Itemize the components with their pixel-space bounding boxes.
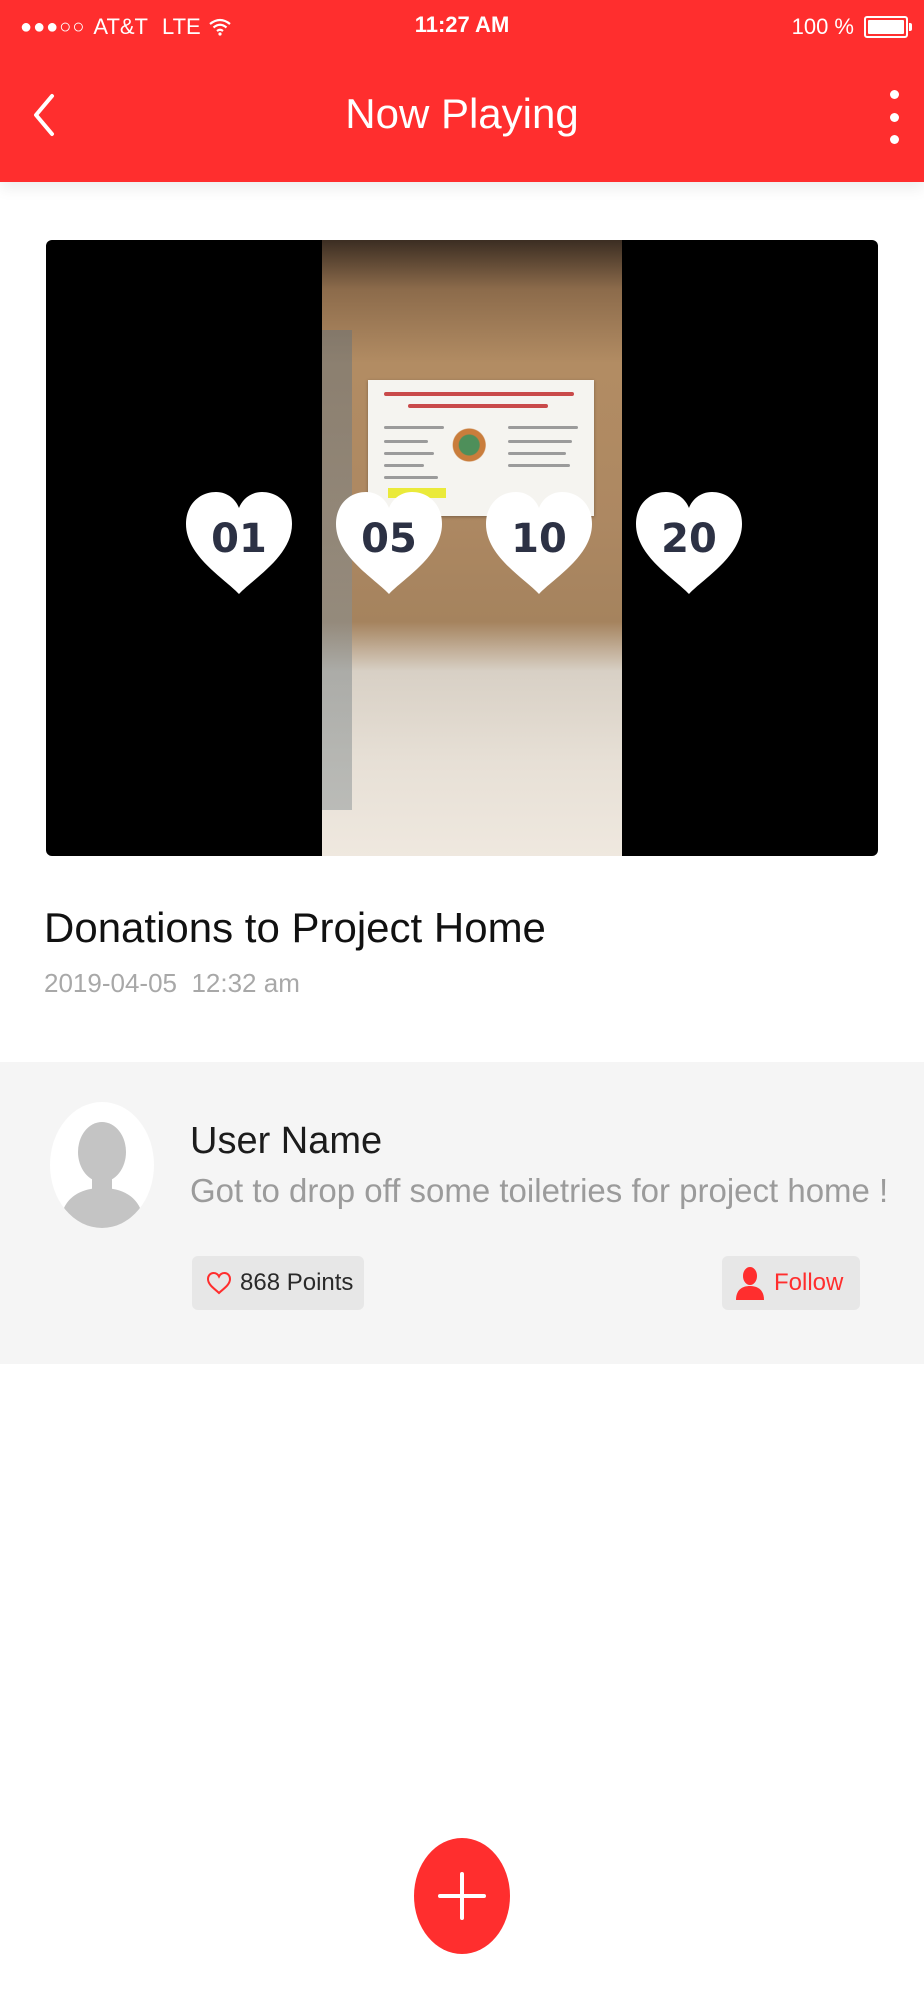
follow-button[interactable]: Follow <box>722 1256 860 1310</box>
reward-value: 05 <box>361 516 417 562</box>
user-name[interactable]: User Name <box>190 1120 382 1163</box>
battery-percent: 100 % <box>791 14 854 39</box>
user-silhouette-icon <box>60 1122 144 1228</box>
points-label: 868 Points <box>240 1269 354 1296</box>
status-bar: ●●●○○ AT&T LTE 11:27 AM 100 % <box>0 0 924 56</box>
post-time: 12:32 am <box>191 968 300 998</box>
reward-heart-button[interactable]: 10 <box>484 490 594 600</box>
page-title: Now Playing <box>345 90 579 137</box>
reward-value: 01 <box>211 516 267 562</box>
status-time: 11:27 AM <box>414 12 510 37</box>
reward-heart-button[interactable]: 20 <box>634 490 744 600</box>
battery-icon <box>864 16 912 38</box>
post-date: 2019-04-05 <box>44 968 177 998</box>
post-title: Donations to Project Home <box>44 904 546 951</box>
reward-value: 10 <box>511 516 567 562</box>
add-button[interactable] <box>414 1838 510 1954</box>
follow-label: Follow <box>774 1269 844 1296</box>
reward-options: 01 05 10 20 <box>184 490 744 610</box>
user-icon <box>736 1267 764 1300</box>
avatar[interactable] <box>50 1102 154 1228</box>
nav-bar: Now Playing <box>0 60 924 170</box>
video-player[interactable]: 01 05 10 20 <box>46 240 878 856</box>
reward-heart-button[interactable]: 05 <box>334 490 444 600</box>
reward-heart-button[interactable]: 01 <box>184 490 294 600</box>
reward-value: 20 <box>661 516 717 562</box>
app-header: ●●●○○ AT&T LTE 11:27 AM 100 % Now Playin… <box>0 0 924 182</box>
heart-outline-icon <box>206 1271 232 1295</box>
post-timestamp: 2019-04-05 12:32 am <box>44 968 300 999</box>
points-button[interactable]: 868 Points <box>192 1256 364 1310</box>
comment-card: User Name Got to drop off some toiletrie… <box>0 1062 924 1364</box>
more-options-button[interactable] <box>882 90 906 144</box>
more-vertical-icon <box>889 90 899 99</box>
now-playing-screen: ●●●○○ AT&T LTE 11:27 AM 100 % Now Playin… <box>0 0 924 2000</box>
comment-text: Got to drop off some toiletries for proj… <box>190 1172 889 1209</box>
status-right: 100 % <box>791 14 912 40</box>
